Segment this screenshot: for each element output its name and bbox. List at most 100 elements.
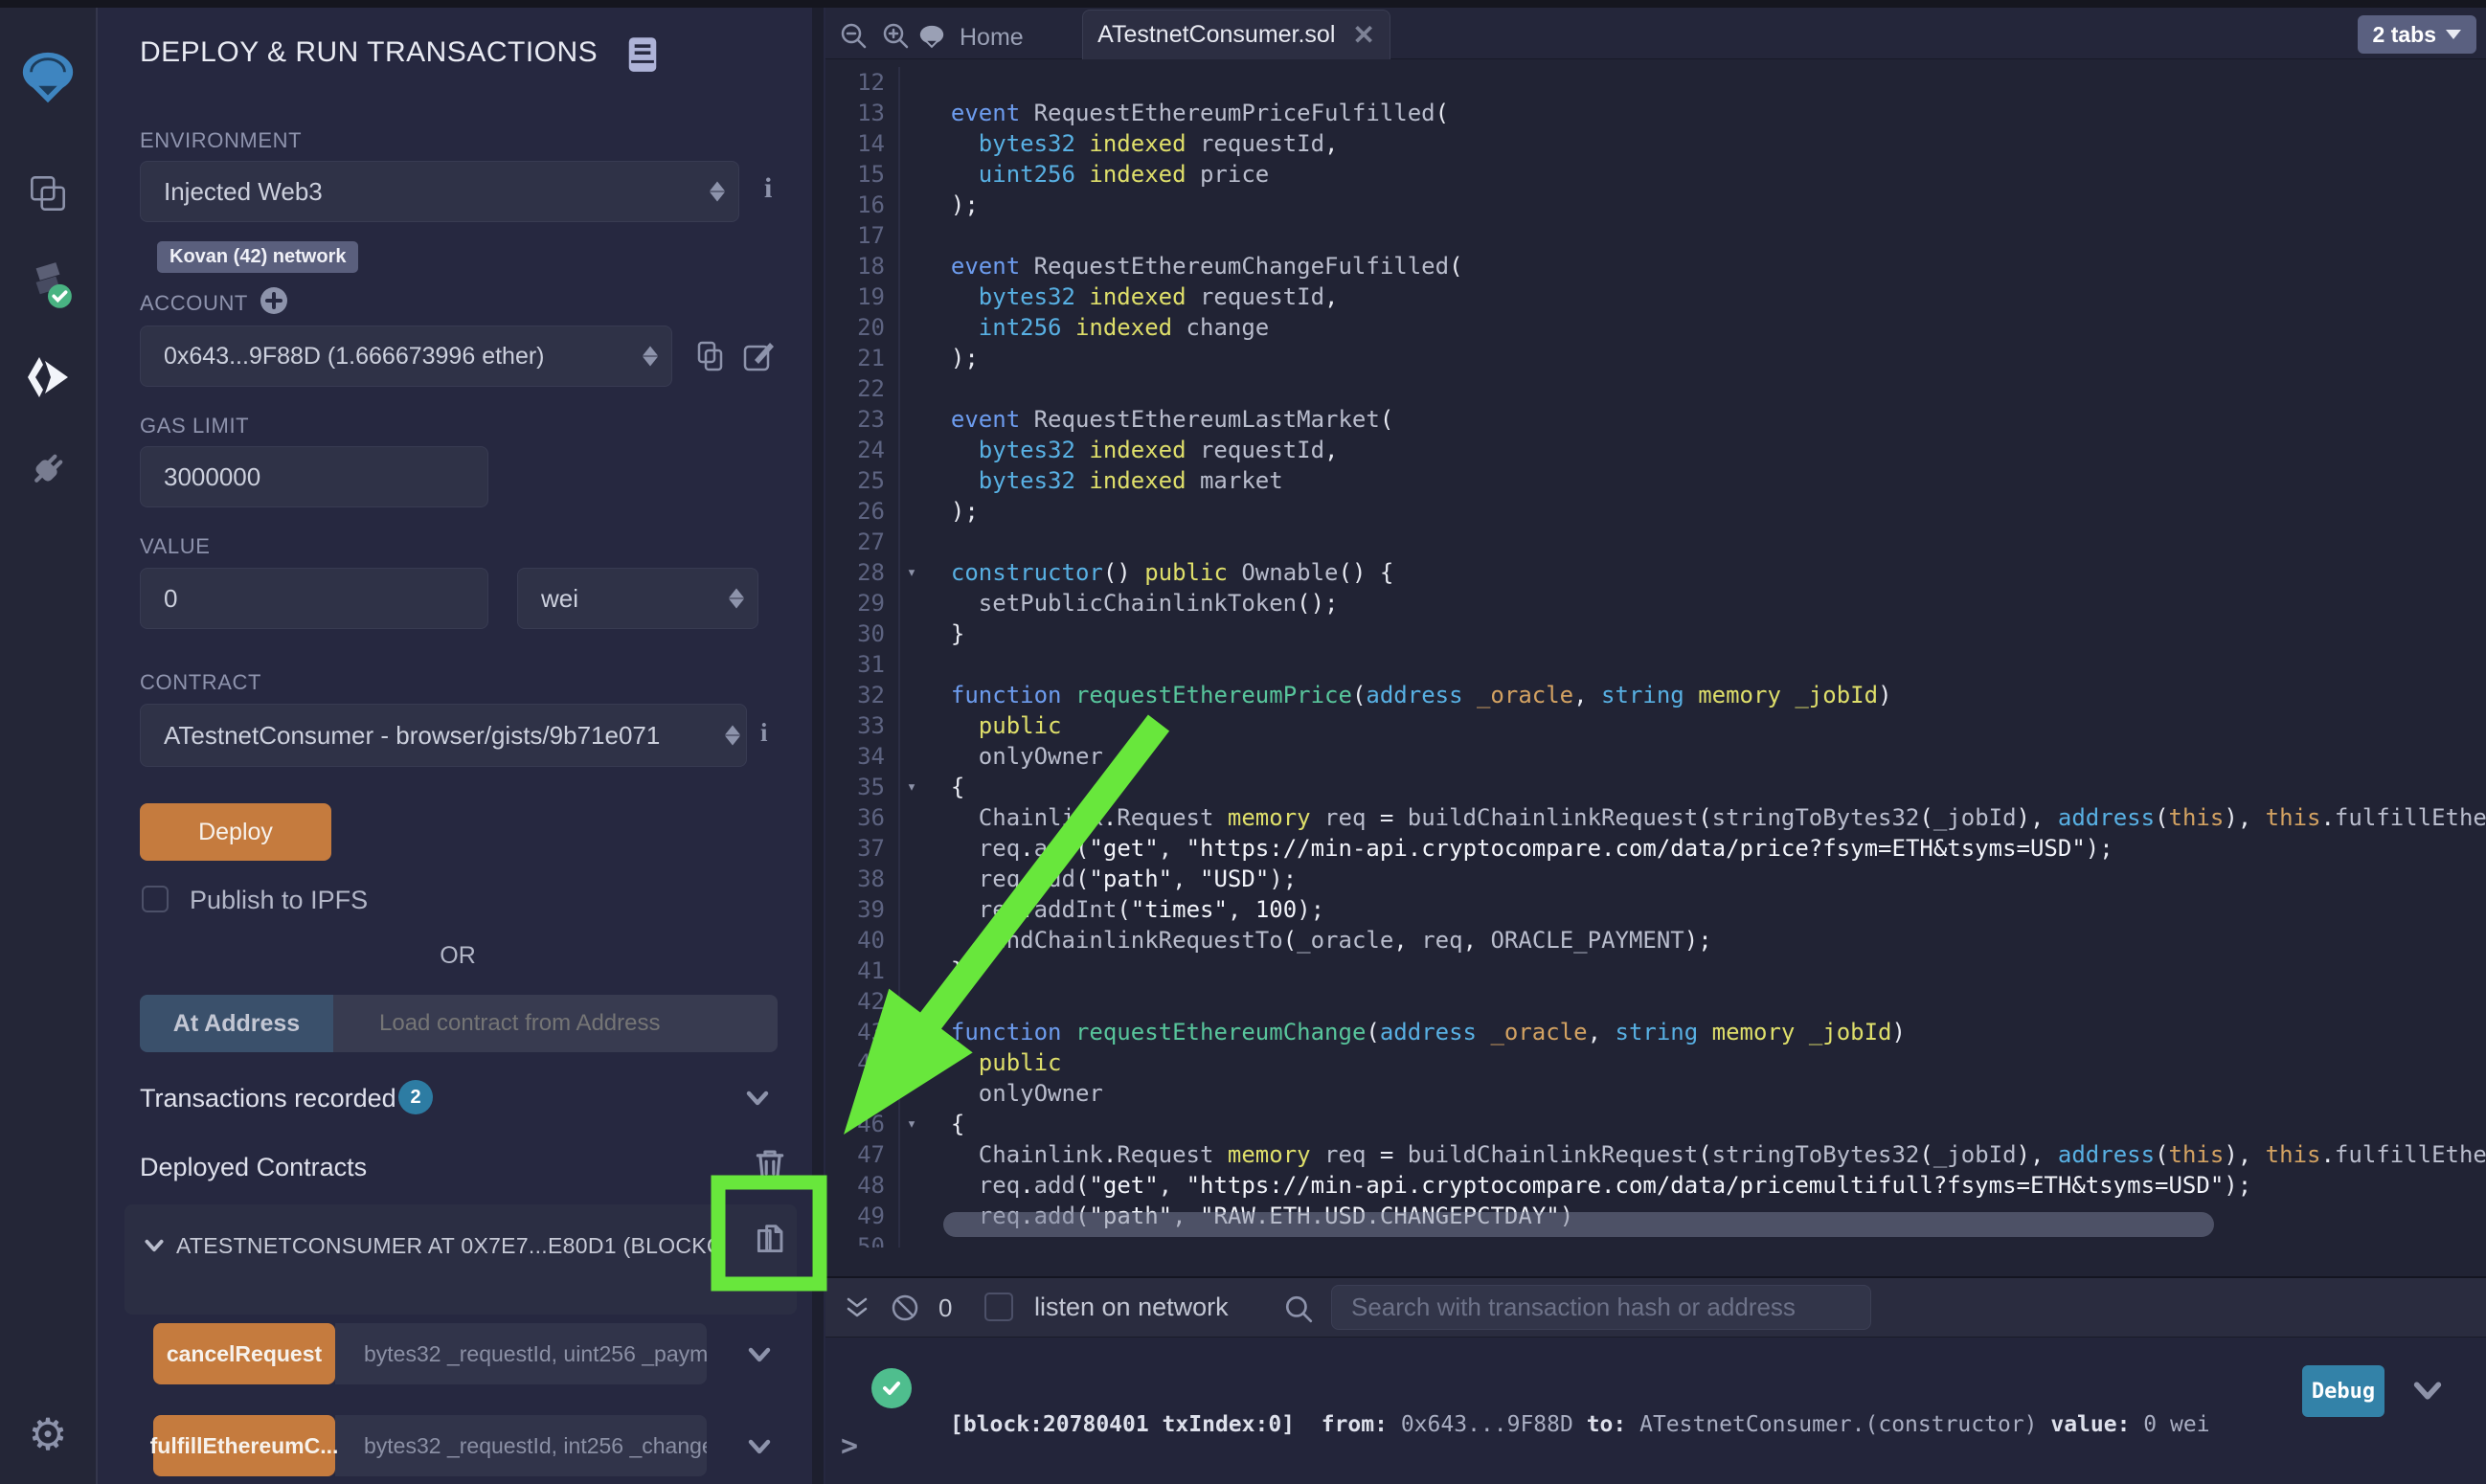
settings-gear-icon[interactable]: ⚙ <box>0 1407 96 1461</box>
tab-home[interactable]: Home <box>917 15 1024 59</box>
code-line-19: 19 bytes32 indexed requestId, <box>825 281 2486 312</box>
search-icon <box>1283 1293 1314 1324</box>
account-select[interactable]: 0x643...9F88D (1.666673996 ether) <box>140 326 672 387</box>
deploy-button[interactable]: Deploy <box>140 803 331 861</box>
code-line-26: 26 ); <box>825 496 2486 527</box>
cancel-request-args[interactable]: bytes32 _requestId, uint256 _payment, b <box>335 1323 707 1384</box>
or-divider-label: OR <box>140 942 776 970</box>
code-line-21: 21 ); <box>825 343 2486 373</box>
transactions-collapse-icon[interactable] <box>745 1086 770 1111</box>
environment-select[interactable]: Injected Web3 <box>140 161 739 222</box>
instance-title: ATESTNETCONSUMER AT 0X7E7...E80D1 (BLOCK… <box>176 1233 712 1259</box>
edit-account-icon[interactable] <box>741 339 776 373</box>
listen-network-label: listen on network <box>1034 1293 1229 1322</box>
log-line: [block:20780401 txIndex:0] from: 0x643..… <box>950 1412 2210 1438</box>
contract-label: CONTRACT <box>140 670 261 695</box>
chevron-down-icon <box>2446 30 2461 47</box>
code-line-30: 30 } <box>825 618 2486 649</box>
code-line-41: 41 } <box>825 956 2486 986</box>
code-line-38: 38 req.add("path", "USD"); <box>825 864 2486 894</box>
copy-account-icon[interactable] <box>693 339 728 373</box>
cancel-request-button[interactable]: cancelRequest <box>153 1323 335 1384</box>
horizontal-scrollbar[interactable] <box>943 1212 2214 1237</box>
file-explorer-icon[interactable] <box>0 169 96 218</box>
panel-title: DEPLOY & RUN TRANSACTIONS <box>140 36 598 69</box>
gas-limit-input[interactable] <box>140 446 488 507</box>
code-line-27: 27 <box>825 527 2486 557</box>
value-unit: wei <box>541 584 578 614</box>
code-line-17: 17 <box>825 220 2486 251</box>
fulfill-ethereum-change-args[interactable]: bytes32 _requestId, int256 _change <box>335 1415 707 1476</box>
plugin-manager-icon[interactable] <box>0 444 96 494</box>
debug-button[interactable]: Debug <box>2302 1365 2384 1417</box>
add-account-icon[interactable] <box>259 285 289 316</box>
value-unit-select[interactable]: wei <box>517 568 758 629</box>
code-line-20: 20 int256 indexed change <box>825 312 2486 343</box>
account-label: ACCOUNT <box>140 291 248 316</box>
deploy-run-icon[interactable] <box>0 350 96 404</box>
expand-terminal-icon[interactable] <box>843 1293 871 1322</box>
pending-tx-count: 0 <box>938 1293 952 1323</box>
value-input[interactable] <box>140 568 488 629</box>
code-line-31: 31 <box>825 649 2486 680</box>
terminal-search-input[interactable] <box>1331 1285 1871 1330</box>
editor-area: Home ATestnetConsumer.sol ✕ 2 tabs 1213 … <box>825 8 2486 1484</box>
code-line-23: 23 event RequestEthereumLastMarket( <box>825 404 2486 435</box>
clear-console-icon[interactable] <box>889 1292 921 1324</box>
environment-info-icon[interactable]: i <box>764 172 772 205</box>
code-line-29: 29 setPublicChainlinkToken(); <box>825 588 2486 618</box>
code-line-42: 42 <box>825 986 2486 1017</box>
contract-info-icon[interactable]: i <box>760 718 768 748</box>
home-tab-label: Home <box>960 24 1024 52</box>
stepper-arrows-icon <box>643 339 658 374</box>
function-row: fulfillEthereumC... bytes32 _requestId, … <box>153 1415 804 1476</box>
terminal: 0 listen on network [block:20780401 txIn… <box>825 1276 2486 1484</box>
docs-book-icon[interactable] <box>626 36 659 73</box>
code-line-40: 40 sendChainlinkRequestTo(_oracle, req, … <box>825 925 2486 956</box>
code-line-35: 35▾ { <box>825 772 2486 802</box>
code-line-22: 22 <box>825 373 2486 404</box>
fulfill-ethereum-change-button[interactable]: fulfillEthereumC... <box>153 1415 335 1476</box>
code-line-33: 33 public <box>825 710 2486 741</box>
at-address-input[interactable] <box>333 995 774 1052</box>
stepper-arrows-icon <box>725 718 740 753</box>
account-value: 0x643...9F88D (1.666673996 ether) <box>164 343 545 371</box>
active-tab-label: ATestnetConsumer.sol <box>1097 21 1335 49</box>
remix-logo-icon[interactable] <box>0 44 96 113</box>
function-expand-icon[interactable] <box>747 1342 772 1367</box>
deploy-run-panel: DEPLOY & RUN TRANSACTIONS ENVIRONMENT In… <box>98 8 824 1484</box>
contract-select[interactable]: ATestnetConsumer - browser/gists/9b71e07… <box>140 704 747 767</box>
code-line-15: 15 uint256 indexed price <box>825 159 2486 190</box>
code-line-46: 46▾ { <box>825 1109 2486 1139</box>
code-line-36: 36 Chainlink.Request memory req = buildC… <box>825 802 2486 833</box>
tab-active-file[interactable]: ATestnetConsumer.sol ✕ <box>1082 10 1390 59</box>
code-line-32: 32 function requestEthereumPrice(address… <box>825 680 2486 710</box>
function-expand-icon[interactable] <box>747 1434 772 1459</box>
icon-sidebar: ⚙ <box>0 8 98 1484</box>
terminal-prompt[interactable]: > <box>841 1429 858 1463</box>
tx-success-icon <box>871 1368 912 1408</box>
listen-network-checkbox[interactable] <box>984 1293 1013 1321</box>
function-row: cancelRequest bytes32 _requestId, uint25… <box>153 1323 804 1384</box>
zoom-out-icon[interactable] <box>839 21 868 50</box>
tabs-count-dropdown[interactable]: 2 tabs <box>2358 15 2476 54</box>
deployed-contracts-label: Deployed Contracts <box>140 1153 367 1182</box>
clear-instances-trash-icon[interactable] <box>753 1147 787 1183</box>
code-line-48: 48 req.add("get", "https://min-api.crypt… <box>825 1170 2486 1201</box>
terminal-log-entry[interactable]: [block:20780401 txIndex:0] from: 0x643..… <box>950 1360 2210 1484</box>
instance-expand-icon[interactable] <box>144 1235 165 1256</box>
at-address-button[interactable]: At Address <box>140 995 333 1052</box>
code-lines: 1213 event RequestEthereumPriceFulfilled… <box>825 67 2486 1248</box>
copy-instance-icon[interactable] <box>752 1222 786 1260</box>
log-expand-chevron-icon[interactable] <box>2411 1376 2444 1405</box>
solidity-compiler-icon[interactable] <box>0 259 96 314</box>
publish-ipfs-checkbox[interactable] <box>142 886 169 912</box>
close-tab-icon[interactable]: ✕ <box>1352 19 1374 51</box>
code-line-16: 16 ); <box>825 190 2486 220</box>
transactions-recorded-label: Transactions recorded <box>140 1084 396 1113</box>
zoom-in-icon[interactable] <box>881 21 910 50</box>
environment-label: ENVIRONMENT <box>140 128 302 153</box>
code-line-39: 39 req.addInt("times", 100); <box>825 894 2486 925</box>
code-viewport[interactable]: 1213 event RequestEthereumPriceFulfilled… <box>825 59 2486 1276</box>
deployed-instance-card[interactable]: ATESTNETCONSUMER AT 0X7E7...E80D1 (BLOCK… <box>124 1204 797 1315</box>
